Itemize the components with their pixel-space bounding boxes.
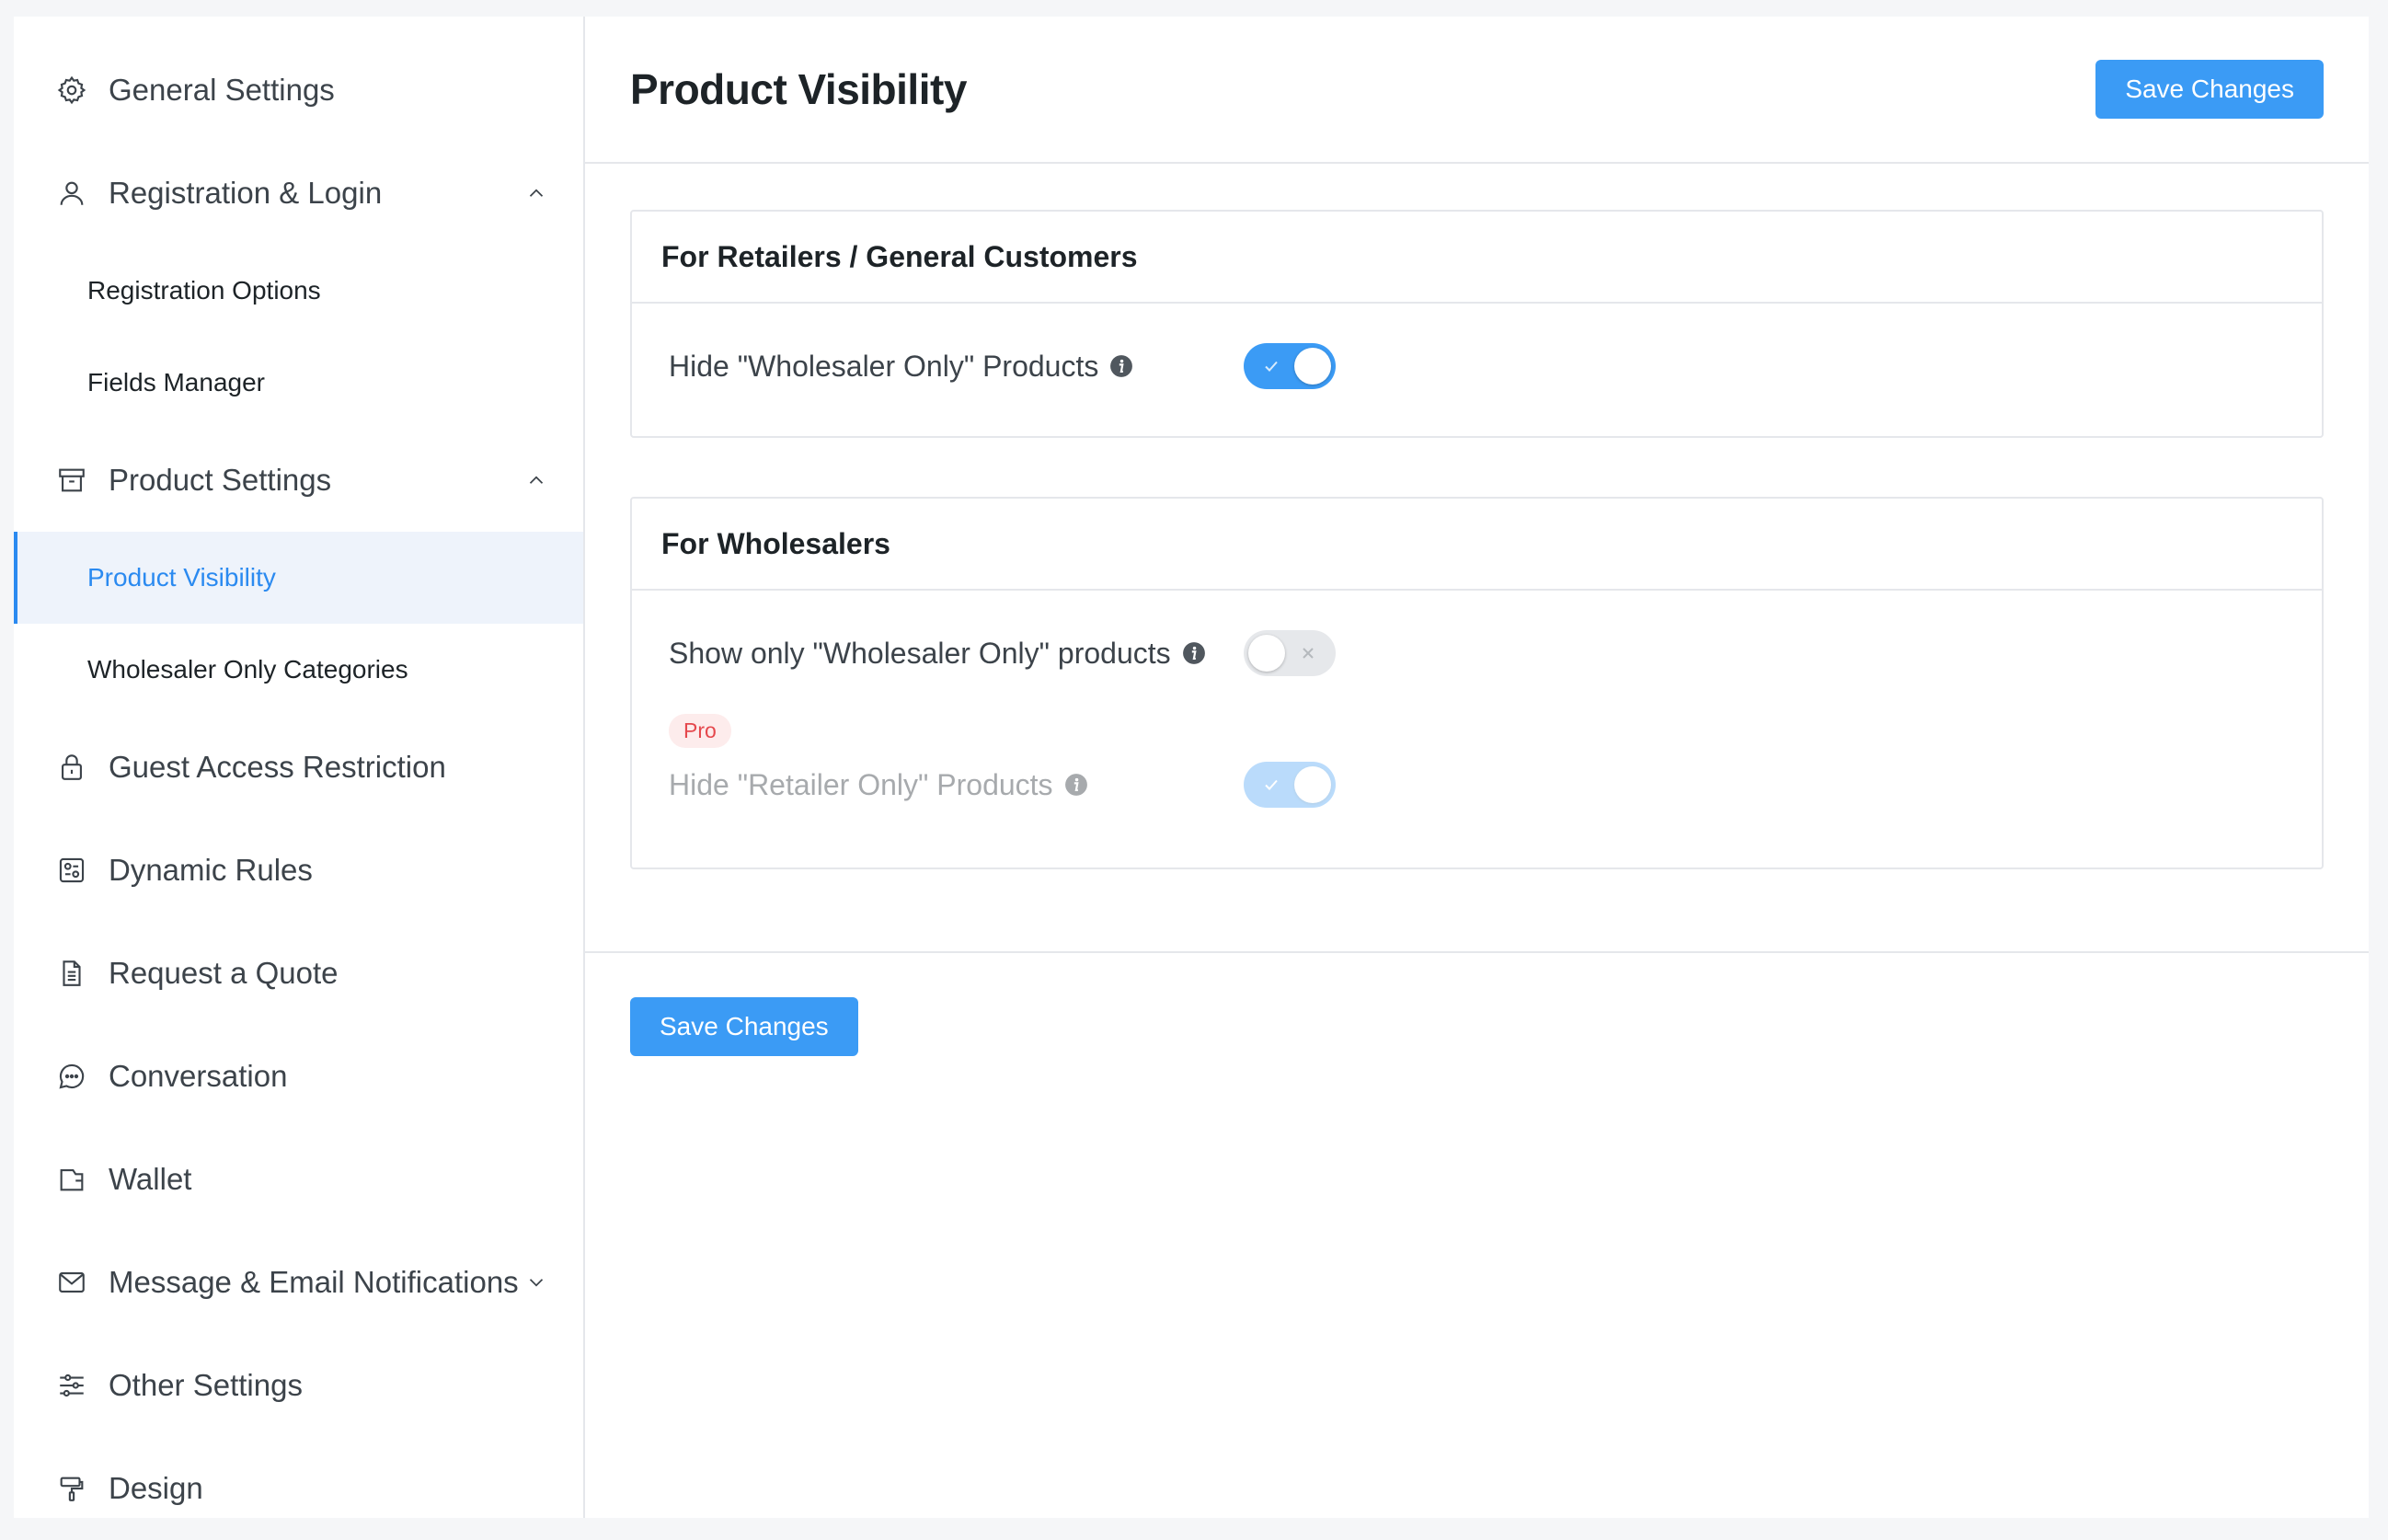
save-changes-button-top[interactable]: Save Changes xyxy=(2095,60,2324,119)
settings-window: General Settings Registration & Login Re… xyxy=(14,17,2369,1518)
sidebar-item-label: Guest Access Restriction xyxy=(109,750,446,784)
chevron-up-icon[interactable] xyxy=(524,181,548,205)
chevron-down-icon[interactable] xyxy=(524,1270,548,1294)
sidebar-item-label: Registration & Login xyxy=(109,176,383,210)
hide-retailer-only-toggle[interactable] xyxy=(1244,762,1336,808)
info-icon[interactable] xyxy=(1109,354,1133,378)
sidebar-item-label: Other Settings xyxy=(109,1368,303,1402)
document-icon xyxy=(55,957,88,990)
sidebar-item-label: Conversation xyxy=(109,1059,288,1093)
setting-label: Hide "Retailer Only" Products xyxy=(669,768,1244,802)
setting-label: Hide "Wholesaler Only" Products xyxy=(669,350,1244,384)
sidebar: General Settings Registration & Login Re… xyxy=(14,17,585,1518)
card-body: Show only "Wholesaler Only" products Pro xyxy=(632,591,2322,868)
sidebar-subitem-product-visibility[interactable]: Product Visibility xyxy=(14,532,583,624)
sidebar-item-label: Design xyxy=(109,1471,203,1505)
setting-label: Show only "Wholesaler Only" products xyxy=(669,637,1244,671)
sidebar-item-conversation[interactable]: Conversation xyxy=(14,1025,583,1128)
page-title: Product Visibility xyxy=(630,65,967,113)
wallet-icon xyxy=(55,1163,88,1196)
show-only-wholesaler-toggle[interactable] xyxy=(1244,630,1336,676)
sidebar-item-label: Wallet xyxy=(109,1162,192,1196)
toggle-knob xyxy=(1294,766,1331,803)
sidebar-subitem-label: Registration Options xyxy=(87,276,321,305)
setting-hide-retailer-only: Hide "Retailer Only" Products xyxy=(669,757,2285,812)
check-icon xyxy=(1265,361,1278,372)
sidebar-item-registration-login[interactable]: Registration & Login xyxy=(14,142,583,245)
chevron-up-icon[interactable] xyxy=(524,468,548,492)
sidebar-item-wallet[interactable]: Wallet xyxy=(14,1128,583,1231)
sidebar-item-label: General Settings xyxy=(109,73,335,107)
sidebar-item-general-settings[interactable]: General Settings xyxy=(14,39,583,142)
card-title: For Wholesalers xyxy=(632,499,2322,591)
sidebar-item-label: Message & Email Notifications xyxy=(109,1265,519,1299)
hide-wholesaler-only-toggle[interactable] xyxy=(1244,343,1336,389)
lock-icon xyxy=(55,751,88,784)
archive-box-icon xyxy=(55,464,88,497)
settings-content: For Retailers / General Customers Hide "… xyxy=(585,164,2369,869)
sidebar-subitem-registration-options[interactable]: Registration Options xyxy=(14,245,583,337)
sidebar-subitem-label: Wholesaler Only Categories xyxy=(87,655,408,684)
x-icon xyxy=(1303,648,1314,659)
retailers-card: For Retailers / General Customers Hide "… xyxy=(630,210,2324,438)
card-title: For Retailers / General Customers xyxy=(632,212,2322,304)
toggle-knob xyxy=(1294,348,1331,385)
info-icon[interactable] xyxy=(1182,641,1206,665)
gear-icon xyxy=(55,74,88,107)
sidebar-subitem-wholesaler-only-categories[interactable]: Wholesaler Only Categories xyxy=(14,624,583,716)
chat-bubble-icon xyxy=(55,1060,88,1093)
setting-label-text: Hide "Retailer Only" Products xyxy=(669,767,1053,801)
sidebar-subitem-label: Product Visibility xyxy=(87,563,276,592)
setting-show-only-wholesaler: Show only "Wholesaler Only" products xyxy=(669,605,2285,701)
toggle-knob xyxy=(1248,635,1285,672)
sidebar-item-dynamic-rules[interactable]: Dynamic Rules xyxy=(14,819,583,922)
sidebar-item-label: Dynamic Rules xyxy=(109,853,313,887)
wholesalers-card: For Wholesalers Show only "Wholesaler On… xyxy=(630,497,2324,869)
sidebar-item-request-a-quote[interactable]: Request a Quote xyxy=(14,922,583,1025)
sidebar-item-product-settings[interactable]: Product Settings xyxy=(14,429,583,532)
sidebar-subitem-label: Fields Manager xyxy=(87,368,265,396)
save-changes-button-bottom[interactable]: Save Changes xyxy=(630,997,858,1056)
setting-label-text: Show only "Wholesaler Only" products xyxy=(669,636,1171,670)
info-icon[interactable] xyxy=(1064,773,1088,797)
setting-hide-wholesaler-only: Hide "Wholesaler Only" Products xyxy=(669,318,2285,414)
check-icon xyxy=(1265,779,1278,790)
footer-bar: Save Changes xyxy=(585,951,2369,1100)
user-icon xyxy=(55,177,88,210)
pro-badge: Pro xyxy=(669,714,731,748)
sidebar-item-design[interactable]: Design xyxy=(14,1437,583,1540)
sidebar-subitem-fields-manager[interactable]: Fields Manager xyxy=(14,337,583,429)
main-content: Product Visibility Save Changes For Reta… xyxy=(585,17,2369,1518)
rules-icon xyxy=(55,854,88,887)
sidebar-item-message-email-notifications[interactable]: Message & Email Notifications xyxy=(14,1231,583,1334)
sidebar-item-other-settings[interactable]: Other Settings xyxy=(14,1334,583,1437)
page-header: Product Visibility Save Changes xyxy=(585,17,2369,164)
envelope-icon xyxy=(55,1266,88,1299)
sidebar-item-label: Product Settings xyxy=(109,463,332,497)
sidebar-item-label: Request a Quote xyxy=(109,956,339,990)
sidebar-item-guest-access-restriction[interactable]: Guest Access Restriction xyxy=(14,716,583,819)
sliders-icon xyxy=(55,1369,88,1402)
card-body: Hide "Wholesaler Only" Products xyxy=(632,304,2322,436)
paint-roller-icon xyxy=(55,1472,88,1505)
setting-label-text: Hide "Wholesaler Only" Products xyxy=(669,349,1099,383)
